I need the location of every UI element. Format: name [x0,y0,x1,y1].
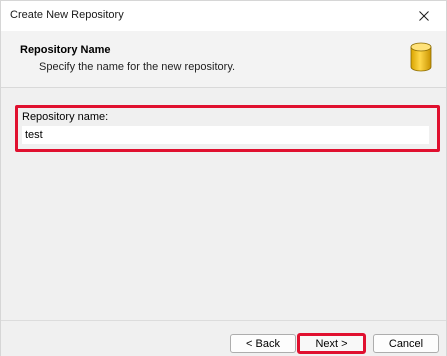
window-title: Create New Repository [10,9,124,21]
close-icon [419,11,429,21]
page-title: Repository Name [20,44,111,56]
cancel-button[interactable]: Cancel [373,334,439,353]
wizard-content: Repository name: [1,88,446,320]
repository-name-label: Repository name: [22,111,109,123]
back-button[interactable]: < Back [230,334,296,353]
title-bar: Create New Repository [1,1,446,31]
create-repository-dialog: Create New Repository Repository Name Sp… [0,0,447,356]
repository-name-group: Repository name: [15,105,440,152]
button-bar: < Back Next > Cancel [1,320,446,356]
wizard-header: Repository Name Specify the name for the… [1,31,446,88]
close-button[interactable] [402,1,446,31]
database-icon [410,42,432,72]
repository-name-input[interactable] [22,126,429,144]
next-button[interactable]: Next > [297,333,366,354]
page-subtitle: Specify the name for the new repository. [39,61,236,73]
